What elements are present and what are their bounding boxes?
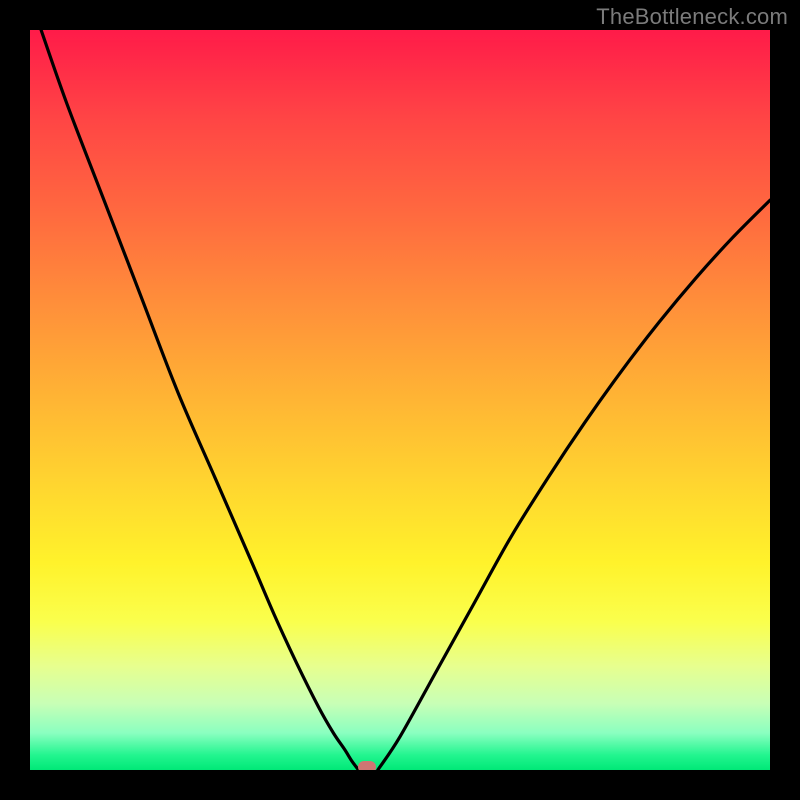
minimum-marker-dot <box>358 761 376 770</box>
bottleneck-curve <box>30 30 770 770</box>
curve-left-path <box>41 30 358 770</box>
chart-frame: TheBottleneck.com <box>0 0 800 800</box>
plot-area <box>30 30 770 770</box>
watermark-text: TheBottleneck.com <box>596 4 788 30</box>
curve-right-path <box>378 200 770 770</box>
